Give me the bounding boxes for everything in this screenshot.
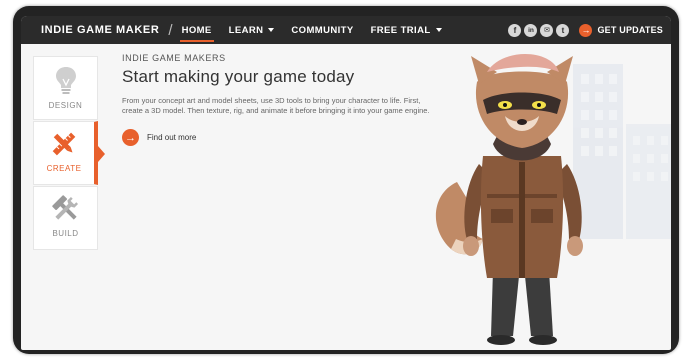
nav-item-learn[interactable]: LEARN <box>229 16 275 44</box>
hammer-wrench-icon <box>51 195 78 220</box>
sidebar-item-label: BUILD <box>52 229 79 238</box>
linkedin-icon[interactable]: in <box>524 23 538 37</box>
nav-item-free-trial[interactable]: FREE TRIAL <box>371 16 442 44</box>
facebook-icon[interactable]: f <box>508 23 522 37</box>
sidebar: DESIGN CREATE BUILD <box>33 56 105 251</box>
chevron-down-icon <box>268 28 275 32</box>
sidebar-item-label: DESIGN <box>48 101 83 110</box>
cta-label: Find out more <box>147 133 197 142</box>
find-out-more-link[interactable]: → Find out more <box>122 129 442 146</box>
nav-item-label: LEARN <box>228 24 264 36</box>
section-eyebrow: INDIE GAME MAKERS <box>122 53 226 63</box>
arrow-right-icon: → <box>122 129 139 146</box>
page-title: Start making your game today <box>122 67 355 86</box>
nav-item-community[interactable]: COMMUNITY <box>291 16 353 44</box>
nav-right-group: f in ✉ t → GET UPDATES <box>505 16 663 44</box>
section-description: From your concept art and model sheets, … <box>122 96 430 115</box>
sidebar-item-build[interactable]: BUILD <box>33 186 98 250</box>
email-icon[interactable]: ✉ <box>540 23 554 37</box>
pencil-ruler-icon <box>52 132 76 156</box>
brand-separator: / <box>168 21 173 39</box>
get-updates-label: GET UPDATES <box>597 25 663 35</box>
browser-screen: INDIE GAME MAKER / HOME LEARN COMMUNITY … <box>21 16 671 350</box>
lightbulb-icon <box>55 67 76 94</box>
top-navbar: INDIE GAME MAKER / HOME LEARN COMMUNITY … <box>21 16 671 44</box>
sidebar-item-create[interactable]: CREATE <box>33 121 105 185</box>
sidebar-item-design[interactable]: DESIGN <box>33 56 98 120</box>
sidebar-item-label: CREATE <box>46 164 82 173</box>
hero-character-illustration <box>435 54 671 345</box>
device-frame: INDIE GAME MAKER / HOME LEARN COMMUNITY … <box>13 6 679 354</box>
nav-item-label: COMMUNITY <box>291 24 354 36</box>
arrow-right-icon: → <box>579 23 593 37</box>
nav-item-home[interactable]: HOME <box>179 16 214 44</box>
main-content: INDIE GAME MAKERS Start making your game… <box>122 53 442 146</box>
get-updates-button[interactable]: → GET UPDATES <box>579 23 663 37</box>
nav-item-label: FREE TRIAL <box>370 24 431 36</box>
nav-item-label: HOME <box>181 24 212 36</box>
active-indicator-arrow <box>98 146 105 162</box>
brand-name[interactable]: INDIE GAME MAKER <box>41 24 159 36</box>
twitter-icon[interactable]: t <box>556 23 570 37</box>
chevron-down-icon <box>435 28 442 32</box>
